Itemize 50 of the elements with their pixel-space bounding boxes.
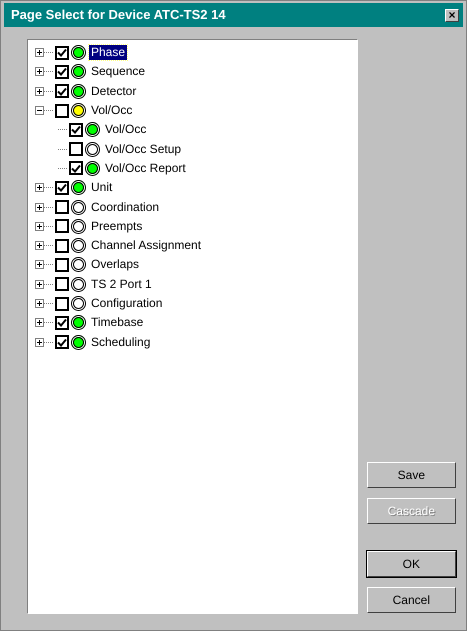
- collapse-icon[interactable]: [35, 106, 44, 116]
- expand-icon[interactable]: [35, 48, 44, 58]
- expand-icon[interactable]: [35, 202, 44, 212]
- dialog-button[interactable]: Cancel: [366, 587, 456, 613]
- expand-icon[interactable]: [35, 67, 44, 76]
- checkbox[interactable]: [69, 122, 83, 137]
- tree-item[interactable]: Scheduling: [89, 334, 152, 350]
- tree-item[interactable]: Configuration: [89, 296, 164, 311]
- checkbox[interactable]: [55, 316, 69, 330]
- expand-icon[interactable]: [35, 86, 44, 96]
- expand-icon[interactable]: [35, 318, 44, 328]
- checkbox[interactable]: [55, 258, 69, 272]
- checkbox[interactable]: [55, 104, 69, 118]
- tree-item[interactable]: Phase: [89, 45, 128, 60]
- dialog-button[interactable]: OK: [366, 551, 456, 577]
- tree-item[interactable]: TS 2 Port 1: [89, 276, 154, 292]
- tree-item[interactable]: Sequence: [89, 64, 148, 80]
- checkbox[interactable]: [55, 219, 69, 234]
- expand-icon[interactable]: [35, 338, 44, 347]
- expand-icon[interactable]: [35, 222, 44, 231]
- tree-item[interactable]: Vol/Occ: [103, 122, 148, 138]
- expand-icon[interactable]: [35, 260, 44, 270]
- expand-icon[interactable]: [35, 183, 44, 192]
- tree-item[interactable]: Unit: [89, 180, 114, 196]
- checkbox[interactable]: [55, 238, 69, 253]
- window-title: Page Select for Device ATC-TS2 14: [11, 6, 226, 24]
- checkbox[interactable]: [55, 46, 69, 60]
- checkbox[interactable]: [55, 200, 69, 214]
- tree-item[interactable]: Vol/Occ: [89, 103, 134, 118]
- checkbox[interactable]: [55, 296, 69, 310]
- checkbox[interactable]: [69, 161, 83, 176]
- tree-item[interactable]: Timebase: [89, 315, 146, 330]
- expand-icon[interactable]: [35, 299, 44, 308]
- checkbox[interactable]: [69, 142, 83, 156]
- checkbox[interactable]: [55, 180, 69, 195]
- checkbox[interactable]: [55, 64, 69, 79]
- close-button[interactable]: ×: [445, 8, 459, 22]
- tree-item[interactable]: Overlaps: [89, 257, 142, 272]
- dialog-button[interactable]: Save: [366, 462, 456, 488]
- tree-item[interactable]: Detector: [89, 84, 138, 99]
- tree-item[interactable]: Channel Assignment: [89, 238, 204, 254]
- tree-item[interactable]: Preempts: [89, 218, 144, 234]
- checkbox[interactable]: [55, 335, 69, 350]
- checkbox[interactable]: [55, 84, 69, 98]
- tree-item[interactable]: Coordination: [89, 200, 162, 215]
- tree-item[interactable]: Vol/Occ Setup: [103, 142, 184, 157]
- expand-icon[interactable]: [35, 241, 44, 250]
- expand-icon[interactable]: [35, 280, 44, 289]
- tree-item[interactable]: Vol/Occ Report: [103, 160, 188, 176]
- checkbox[interactable]: [55, 277, 69, 292]
